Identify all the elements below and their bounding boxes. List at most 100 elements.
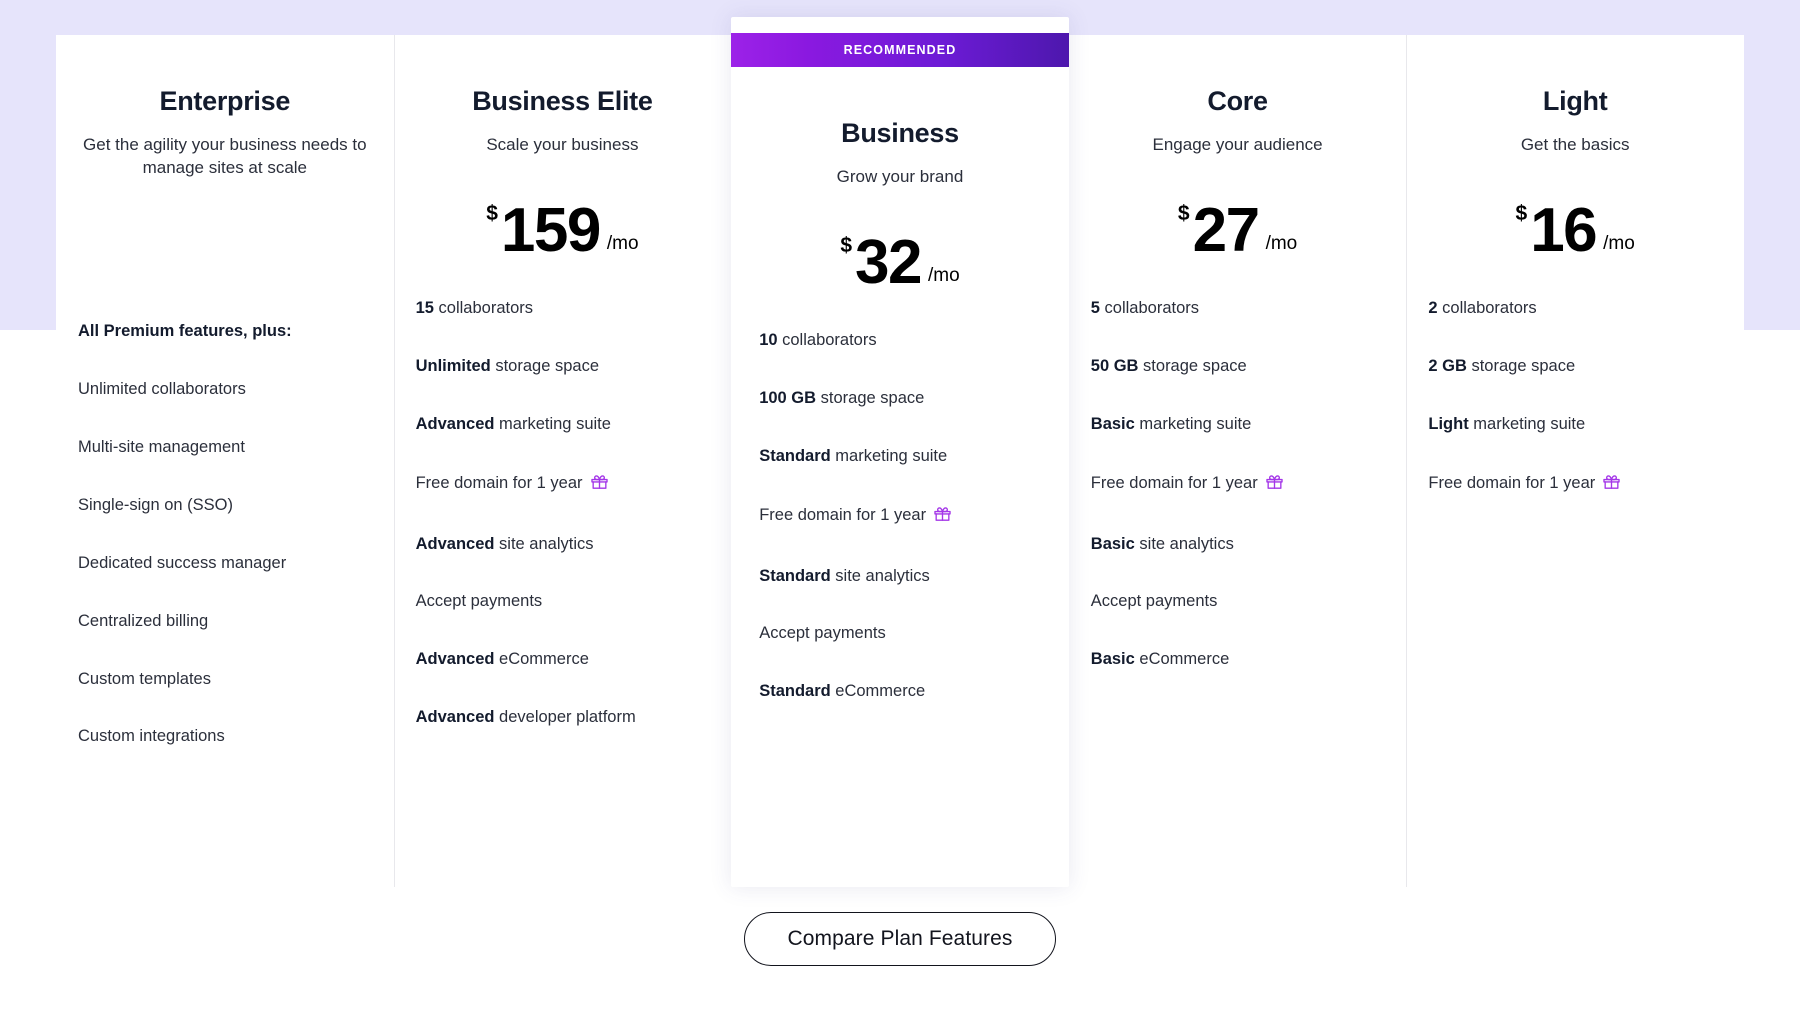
feature-emphasis: Unlimited	[416, 357, 491, 375]
recommended-badge: RECOMMENDED	[731, 33, 1069, 67]
gift-icon	[1602, 472, 1621, 498]
compare-plan-features-button[interactable]: Compare Plan Features	[744, 912, 1055, 966]
plan-name-enterprise: Enterprise	[74, 87, 376, 117]
price-currency-symbol: $	[840, 235, 852, 256]
feature-text: collaborators	[1100, 299, 1199, 317]
feature-text: collaborators	[1438, 299, 1537, 317]
plan-features-business: 10 collaborators 100 GB storage space Stan…	[731, 330, 1069, 740]
feature-emphasis: 10	[759, 331, 777, 349]
plan-price-light: $16/mo	[1424, 186, 1726, 258]
plan-header-business-elite: Business EliteScale your business$159/mo	[394, 35, 732, 258]
feature-item: Basic site analytics	[1091, 534, 1389, 556]
feature-text: Accept payments	[416, 592, 543, 610]
feature-text: collaborators	[778, 331, 877, 349]
feature-emphasis: 15	[416, 299, 434, 317]
feature-emphasis: Standard	[759, 447, 831, 465]
plan-header-light: Light Get the basics $16/mo	[1406, 35, 1744, 258]
price-amount: 27	[1193, 205, 1259, 258]
feature-item: Accept payments	[759, 623, 1051, 645]
feature-text: Centralized billing	[78, 612, 208, 630]
feature-item: Unlimited collaborators	[78, 379, 376, 401]
feature-emphasis: 2 GB	[1428, 357, 1467, 375]
feature-emphasis: 5	[1091, 299, 1100, 317]
feature-text: Custom integrations	[78, 727, 225, 745]
plan-header-core: CoreEngage your audience$27/mo	[1069, 35, 1407, 258]
plan-tagline-light: Get the basics	[1424, 133, 1726, 156]
price-currency-symbol: $	[1178, 203, 1190, 224]
pricing-plans-container: Enterprise Get the agility your business …	[56, 35, 1744, 887]
feature-item: Dedicated success manager	[78, 553, 376, 575]
feature-text: storage space	[1467, 357, 1575, 375]
feature-emphasis: 100 GB	[759, 389, 816, 407]
feature-text: Free domain for 1 year	[1091, 474, 1258, 492]
plan-tagline-enterprise: Get the agility your business needs to m…	[74, 133, 376, 179]
price-period: /mo	[1266, 234, 1298, 253]
feature-item: Free domain for 1 year	[759, 504, 1051, 530]
feature-text: marketing suite	[494, 415, 610, 433]
feature-text: storage space	[816, 389, 924, 407]
feature-item: Unlimited storage space	[416, 356, 714, 378]
plan-card-enterprise: Enterprise Get the agility your business …	[56, 35, 394, 887]
feature-emphasis: All Premium features, plus:	[78, 322, 292, 340]
feature-emphasis: 2	[1428, 299, 1437, 317]
feature-emphasis: Basic	[1091, 415, 1135, 433]
plan-features-enterprise: All Premium features, plus: Unlimited col…	[56, 321, 394, 785]
plan-price-business: $32/mo	[749, 218, 1051, 290]
feature-item: Accept payments	[416, 591, 714, 613]
feature-emphasis: Advanced	[416, 650, 495, 668]
feature-emphasis: Standard	[759, 567, 831, 585]
plan-features-light: 2 collaborators 2 GB storage space Light m…	[1406, 298, 1744, 534]
feature-text: site analytics	[831, 567, 930, 585]
feature-emphasis: Advanced	[416, 415, 495, 433]
feature-text: Single-sign on (SSO)	[78, 496, 233, 514]
price-period: /mo	[928, 266, 960, 285]
feature-item: Custom templates	[78, 669, 376, 691]
feature-item: Light marketing suite	[1428, 414, 1726, 436]
gift-icon	[590, 472, 609, 498]
plan-header-enterprise: Enterprise Get the agility your business …	[56, 35, 394, 281]
price-amount: 16	[1530, 205, 1596, 258]
feature-item: 50 GB storage space	[1091, 356, 1389, 378]
feature-item: Standard site analytics	[759, 566, 1051, 588]
feature-emphasis: Advanced	[416, 708, 495, 726]
compare-plans-footer: Compare Plan Features	[0, 912, 1800, 966]
feature-item: Custom integrations	[78, 726, 376, 748]
feature-text: Free domain for 1 year	[1428, 474, 1595, 492]
feature-text: Free domain for 1 year	[759, 506, 926, 524]
feature-item: Basic eCommerce	[1091, 649, 1389, 671]
feature-item: Standard marketing suite	[759, 446, 1051, 468]
feature-text: Unlimited collaborators	[78, 380, 246, 398]
feature-text: Accept payments	[1091, 592, 1218, 610]
feature-text: collaborators	[434, 299, 533, 317]
price-period: /mo	[607, 234, 639, 253]
feature-item: 10 collaborators	[759, 330, 1051, 352]
feature-emphasis: 50 GB	[1091, 357, 1139, 375]
plan-price-placeholder-enterprise	[74, 179, 376, 281]
feature-text: marketing suite	[831, 447, 947, 465]
plan-name-light: Light	[1424, 87, 1726, 117]
price-amount: 159	[501, 205, 600, 258]
price-currency-symbol: $	[1516, 203, 1528, 224]
feature-emphasis: Advanced	[416, 535, 495, 553]
feature-text: Custom templates	[78, 670, 211, 688]
gift-icon	[933, 504, 952, 530]
feature-text: marketing suite	[1469, 415, 1585, 433]
plan-tagline-business-elite: Scale your business	[412, 133, 714, 156]
feature-item: Free domain for 1 year	[1091, 472, 1389, 498]
feature-text: Accept payments	[759, 624, 886, 642]
feature-item: All Premium features, plus:	[78, 321, 376, 343]
feature-text: eCommerce	[831, 682, 925, 700]
feature-text: developer platform	[494, 708, 635, 726]
feature-item: 5 collaborators	[1091, 298, 1389, 320]
feature-item: Centralized billing	[78, 611, 376, 633]
feature-text: storage space	[491, 357, 599, 375]
feature-item: 2 GB storage space	[1428, 356, 1726, 378]
feature-text: Free domain for 1 year	[416, 474, 583, 492]
price-currency-symbol: $	[486, 203, 498, 224]
price-amount: 32	[855, 237, 921, 290]
feature-item: 100 GB storage space	[759, 388, 1051, 410]
feature-emphasis: Basic	[1091, 535, 1135, 553]
feature-item: Free domain for 1 year	[416, 472, 714, 498]
feature-text: marketing suite	[1135, 415, 1251, 433]
plan-features-core: 5 collaborators 50 GB storage space Basic …	[1069, 298, 1407, 708]
